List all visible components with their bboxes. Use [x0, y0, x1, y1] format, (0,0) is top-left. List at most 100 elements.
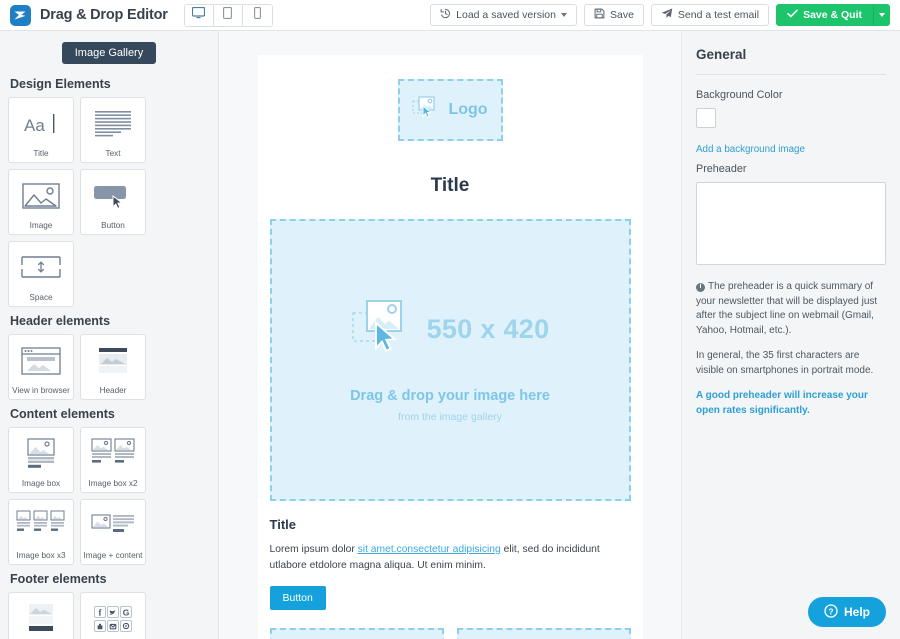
svg-text:?: ? [828, 606, 833, 616]
dropzone-row: 550 x 420 [351, 297, 550, 362]
tile-label: Header [98, 387, 129, 395]
imagebox2-icon [81, 428, 145, 480]
question-mark-icon: ? [824, 604, 838, 621]
tile-label: Text [103, 150, 122, 158]
space-icon [9, 242, 73, 294]
element-tile-image-box[interactable]: Image box [8, 427, 74, 493]
send-test-email-button[interactable]: Send a test email [651, 4, 769, 26]
preheader-help-2: In general, the 35 first characters are … [696, 349, 886, 378]
section-design-elements: Design Elements Aa Title [8, 77, 210, 307]
element-tile-button[interactable]: Button [80, 169, 146, 235]
content-paragraph: Lorem ipsum dolor sit amet.consectetur a… [270, 542, 631, 574]
element-tile-image-content[interactable]: Image + content [80, 499, 146, 565]
app-logo-icon [10, 5, 31, 26]
tile-label: Image + content [82, 552, 145, 560]
element-tile-footer[interactable]: Footer [8, 592, 74, 639]
save-and-quit-button[interactable]: Save & Quit [776, 4, 873, 26]
properties-panel: General Background Color Add a backgroun… [681, 31, 900, 639]
load-saved-version-button[interactable]: Load a saved version [430, 4, 577, 26]
preheader-input[interactable] [696, 182, 886, 265]
mobile-icon [254, 6, 261, 24]
svg-text:f: f [99, 607, 103, 617]
element-tile-title[interactable]: Aa Title [8, 97, 74, 163]
tile-label: Image [28, 222, 55, 230]
panel-divider [696, 74, 886, 75]
footer-icon [9, 593, 73, 639]
tile-grid: View in browser Header [8, 334, 210, 400]
logo-dropzone-label: Logo [448, 101, 487, 119]
help-button[interactable]: ? Help [808, 597, 886, 627]
element-tile-header[interactable]: Header [80, 334, 146, 400]
device-tablet-button[interactable] [214, 5, 243, 26]
add-background-image-link[interactable]: Add a background image [696, 144, 886, 155]
check-icon [787, 9, 798, 21]
dropzone-size-label: 550 x 420 [427, 314, 550, 345]
main-image-dropzone[interactable]: 550 x 420 Drag & drop your image here fr… [270, 219, 631, 501]
element-tile-image[interactable]: Image [8, 169, 74, 235]
dropzone-primary-text: Drag & drop your image here [350, 388, 550, 404]
tile-grid: Aa Title Text [8, 97, 210, 307]
button-icon [81, 170, 145, 222]
help-label: Help [844, 605, 870, 619]
device-desktop-button[interactable] [185, 5, 214, 26]
device-preview-group [184, 4, 273, 27]
content-cta-button[interactable]: Button [270, 586, 326, 610]
browser-icon [9, 335, 73, 387]
tile-label: Space [27, 294, 54, 302]
image-placeholder-icon [412, 95, 440, 126]
save-and-quit-label: Save & Quit [803, 9, 862, 21]
element-tile-image-box-x3[interactable]: Image box x3 [8, 499, 74, 565]
content-block[interactable]: Title Lorem ipsum dolor sit amet.consect… [258, 501, 643, 610]
background-color-swatch[interactable] [696, 108, 716, 128]
load-saved-version-label: Load a saved version [456, 9, 556, 21]
two-column-row: 264 x 202 264 x 202 [258, 610, 643, 639]
preheader-help-1: iThe preheader is a quick summary of you… [696, 280, 886, 338]
section-header-elements: Header elements View in browser Header [8, 314, 210, 400]
tile-label: Image box [20, 480, 62, 488]
content-title: Title [270, 517, 631, 532]
elements-sidebar: Image Gallery Design Elements Aa Title [0, 31, 219, 639]
section-title: Design Elements [10, 77, 210, 91]
text-icon [81, 98, 145, 150]
title-icon: Aa [9, 98, 73, 150]
device-mobile-button[interactable] [243, 5, 272, 26]
tile-label: Button [99, 222, 127, 230]
small-image-dropzone-2[interactable]: 264 x 202 [457, 628, 631, 639]
dropzone-secondary-text: from the image gallery [398, 411, 502, 423]
imagebox3-icon [9, 500, 73, 552]
editor-app: Drag & Drop Editor [0, 0, 900, 639]
element-tile-image-box-x2[interactable]: Image box x2 [80, 427, 146, 493]
svg-text:Aa: Aa [24, 116, 45, 135]
section-content-elements: Content elements Image box [8, 407, 210, 565]
tile-grid: Image box Image box x2 [8, 427, 210, 565]
section-title: Content elements [10, 407, 210, 421]
image-gallery-tab[interactable]: Image Gallery [62, 42, 156, 64]
element-tile-text[interactable]: Text [80, 97, 146, 163]
paper-plane-icon [661, 8, 673, 22]
element-tile-space[interactable]: Space [8, 241, 74, 307]
panel-title: General [696, 47, 886, 62]
paragraph-text-before: Lorem ipsum dolor [270, 544, 358, 555]
editor-body: Image Gallery Design Elements Aa Title [0, 31, 900, 639]
email-canvas[interactable]: Logo Title [258, 55, 643, 639]
element-tile-view-in-browser[interactable]: View in browser [8, 334, 74, 400]
preheader-label: Preheader [696, 163, 886, 175]
small-image-dropzone-1[interactable]: 264 x 202 [270, 628, 444, 639]
save-label: Save [610, 9, 634, 21]
paragraph-link[interactable]: sit amet.consectetur adipisicing [358, 544, 501, 555]
tablet-icon [223, 6, 232, 24]
element-tile-social-networks[interactable]: f G Social Networks [80, 592, 146, 639]
save-button[interactable]: Save [584, 4, 644, 26]
send-test-email-label: Send a test email [678, 9, 759, 21]
tile-label: Title [31, 150, 50, 158]
section-title: Header elements [10, 314, 210, 328]
app-title: Drag & Drop Editor [40, 7, 168, 23]
preheader-tip-link[interactable]: A good preheader will increase your open… [696, 389, 886, 418]
save-and-quit-dropdown-button[interactable] [873, 4, 890, 26]
imagecontent-icon [81, 500, 145, 552]
canvas-heading[interactable]: Title [258, 175, 643, 197]
header-icon [81, 335, 145, 387]
svg-text:G: G [123, 607, 130, 617]
logo-dropzone[interactable]: Logo [398, 79, 503, 141]
info-icon: i [696, 283, 705, 292]
